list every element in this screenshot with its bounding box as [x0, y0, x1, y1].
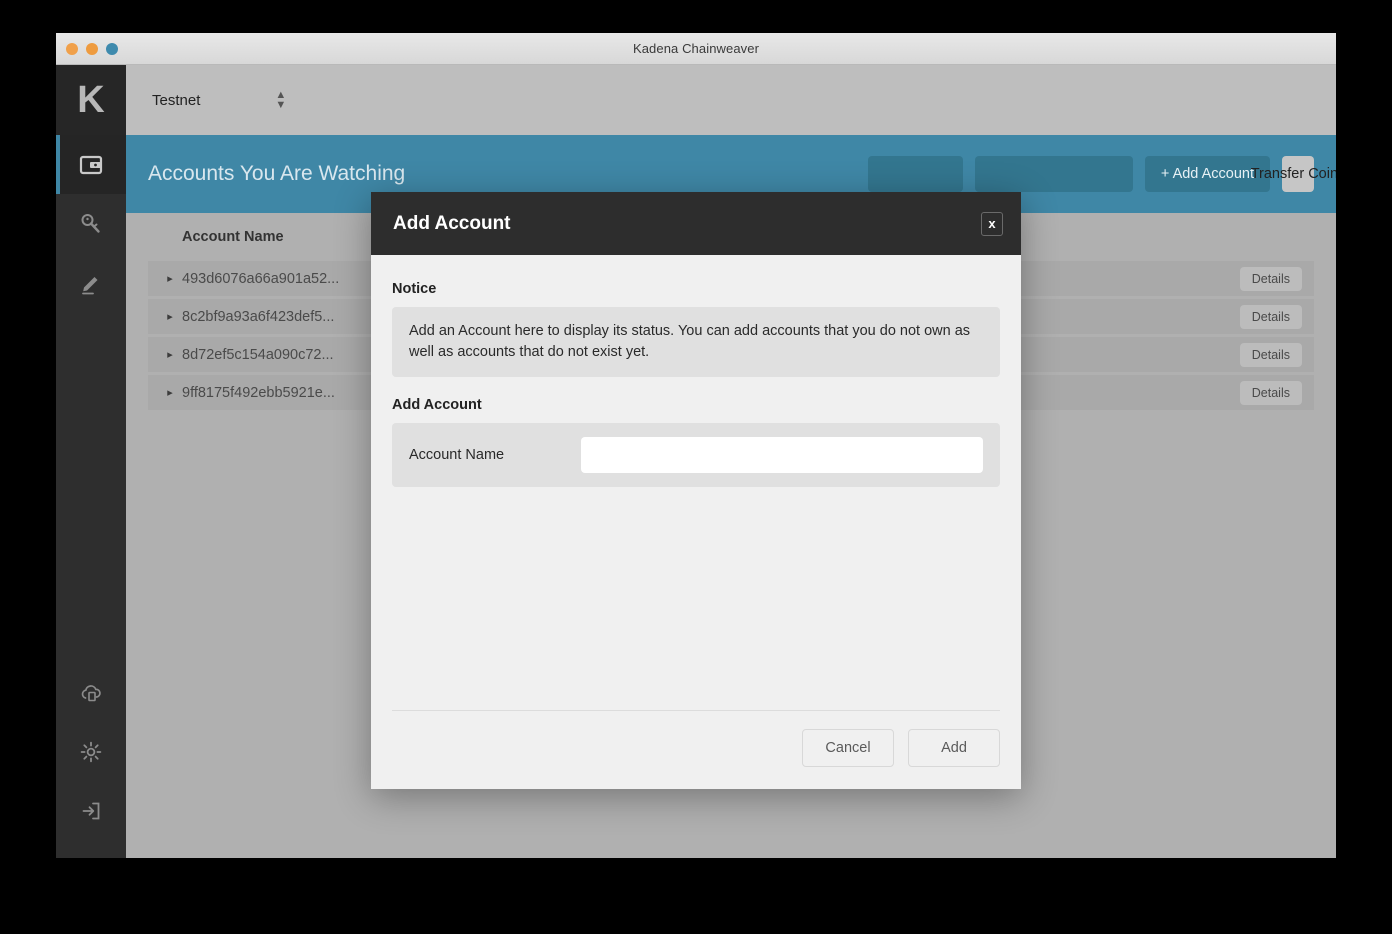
add-account-modal: Add Account x Notice Add an Account here… — [371, 192, 1021, 789]
window-titlebar: Kadena Chainweaver — [56, 33, 1336, 65]
page-title: Accounts You Are Watching — [148, 162, 856, 186]
details-button[interactable]: Details — [1240, 381, 1302, 405]
window-body: K — [56, 65, 1336, 858]
cloud-upload-icon — [79, 683, 103, 703]
sidebar-item-logout[interactable] — [56, 781, 126, 840]
stepper-arrows-icon: ▲▼ — [275, 92, 286, 107]
logout-icon — [79, 799, 103, 823]
account-name-field-panel: Account Name — [392, 423, 1000, 487]
add-button[interactable]: Add — [908, 729, 1000, 767]
chevron-right-icon[interactable]: ▸ — [158, 386, 182, 399]
account-name-input[interactable] — [581, 437, 983, 473]
network-selected-value: Testnet — [152, 92, 200, 109]
key-icon — [79, 212, 103, 236]
kadena-logo-icon: K — [77, 81, 104, 119]
zoom-window-button[interactable] — [106, 43, 118, 55]
chevron-right-icon[interactable]: ▸ — [158, 272, 182, 285]
window-title: Kadena Chainweaver — [56, 41, 1336, 56]
sidebar-item-settings[interactable] — [56, 722, 126, 781]
app-window: Kadena Chainweaver K — [56, 33, 1336, 858]
wallet-icon — [79, 154, 103, 176]
transfer-coins-button[interactable]: Transfer Coins — [1282, 156, 1314, 192]
pencil-icon — [79, 271, 103, 295]
close-icon[interactable]: x — [981, 212, 1003, 236]
chevron-right-icon[interactable]: ▸ — [158, 348, 182, 361]
modal-footer: Cancel Add — [392, 710, 1000, 789]
modal-title: Add Account — [393, 213, 981, 235]
modal-body: Notice Add an Account here to display it… — [371, 255, 1021, 710]
sidebar-item-deploy[interactable] — [56, 663, 126, 722]
details-button[interactable]: Details — [1240, 343, 1302, 367]
hidden-action-2-button[interactable] — [975, 156, 1133, 192]
notice-text: Add an Account here to display its statu… — [392, 307, 1000, 377]
network-selector[interactable]: Testnet ▲▼ — [152, 92, 286, 109]
gear-icon — [79, 740, 103, 764]
details-button[interactable]: Details — [1240, 267, 1302, 291]
cancel-button[interactable]: Cancel — [802, 729, 894, 767]
sidebar-item-keys[interactable] — [56, 194, 126, 253]
close-window-button[interactable] — [66, 43, 78, 55]
modal-header: Add Account x — [371, 192, 1021, 255]
minimize-window-button[interactable] — [86, 43, 98, 55]
sidebar-item-wallet[interactable] — [56, 135, 126, 194]
network-bar: Testnet ▲▼ — [126, 65, 1336, 135]
sidebar-bottom-group — [56, 663, 126, 858]
notice-label: Notice — [392, 281, 1000, 297]
form-section-label: Add Account — [392, 397, 1000, 413]
sidebar-item-editor[interactable] — [56, 253, 126, 312]
app-logo: K — [56, 65, 126, 135]
account-name-label: Account Name — [409, 447, 581, 463]
traffic-lights — [66, 43, 118, 55]
hidden-action-1-button[interactable] — [868, 156, 963, 192]
chevron-right-icon[interactable]: ▸ — [158, 310, 182, 323]
sidebar: K — [56, 65, 126, 858]
details-button[interactable]: Details — [1240, 305, 1302, 329]
